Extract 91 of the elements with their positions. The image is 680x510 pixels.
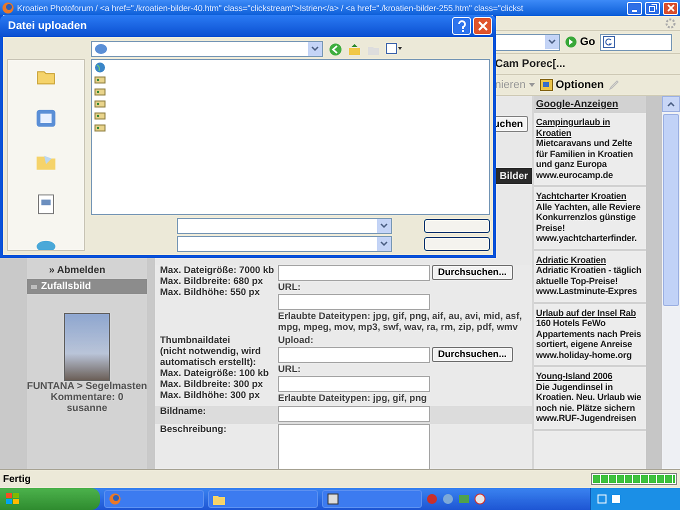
browse-button[interactable]: Durchsuchen... — [432, 265, 513, 280]
restore-button[interactable] — [645, 2, 660, 14]
search-field[interactable] — [600, 34, 672, 50]
ad-url: www.Lastminute-Expres — [536, 286, 638, 296]
globe-icon — [94, 62, 106, 73]
scroll-thumb[interactable] — [663, 114, 679, 306]
field-label: Bildname: — [160, 406, 207, 417]
drive-icon — [94, 98, 106, 109]
field-label: Thumbnaildatei — [160, 335, 232, 346]
url-label: URL: — [278, 282, 301, 293]
ad-url: www.holiday-home.org — [536, 350, 633, 360]
field-label: Beschreibung: — [160, 424, 228, 435]
field-label: Max. Dateigröße: 100 kb — [160, 368, 270, 379]
taskbar-button[interactable] — [322, 490, 422, 508]
window-title: Kroatien Photoforum / <a href="./kroatien-bilder-40.htm" class="clickstream">Istrien</a> / <a href="./kroatien-bilder-255.htm" class="clickst — [17, 3, 524, 13]
search-engine-icon — [603, 36, 616, 48]
minimize-button[interactable] — [627, 2, 642, 14]
dialog-title: Datei uploaden — [8, 20, 88, 32]
throbber-icon — [665, 18, 676, 28]
back-icon — [329, 42, 342, 56]
restore-icon — [648, 4, 656, 12]
network-icon — [35, 238, 57, 250]
help-button[interactable] — [452, 17, 471, 35]
go-button[interactable]: Go — [565, 36, 596, 48]
ad-text: Adriatic Kroatien - täglich aktuelle Top-Preise! — [536, 265, 642, 286]
ad-headline[interactable]: Young-Island 2006 — [536, 371, 644, 382]
bookmark-link[interactable]: Cam Porec[... — [495, 58, 566, 70]
drive-icon — [94, 74, 106, 85]
ad-headline[interactable]: Yachtcharter Kroatien — [536, 191, 644, 202]
close-button[interactable] — [663, 2, 678, 14]
status-text: Fertig — [3, 474, 31, 484]
field-label: Max. Bildbreite: 680 px — [160, 276, 264, 287]
drive-icon — [94, 122, 106, 133]
ad-headline[interactable]: Adriatic Kroatien — [536, 254, 644, 265]
field-label: Max. Dateigröße: 7000 kb — [160, 265, 276, 276]
section-title: Bilder — [500, 170, 528, 182]
cancel-button[interactable] — [424, 237, 490, 251]
url-input-field[interactable] — [278, 376, 430, 392]
caret-icon — [528, 83, 535, 87]
network-icon — [94, 43, 108, 55]
windows-logo-icon — [6, 493, 20, 505]
scrollbar[interactable] — [662, 96, 680, 469]
ad-headline[interactable]: Urlaub auf der Insel Rab — [536, 308, 644, 318]
up-folder-icon — [348, 42, 361, 56]
photo-caption: FUNTANA > Segelmasten — [26, 381, 148, 392]
ads-heading[interactable]: Google-Anzeigen — [534, 96, 646, 113]
field-label: Max. Bildhöhe: 300 px — [160, 390, 261, 401]
allowed-types-text: Erlaubte Dateitypen: jpg, gif, png — [278, 393, 427, 404]
field-label: Max. Bildbreite: 300 px — [160, 379, 264, 390]
view-menu-icon — [386, 43, 402, 55]
ad-url: www.RUF-Jugendreisen — [536, 413, 638, 424]
help-icon — [456, 20, 466, 32]
image-name-field[interactable] — [278, 406, 430, 422]
upload-label: Upload: — [278, 335, 314, 346]
close-icon — [478, 21, 488, 31]
ad-url: www.yachtcharterfinder. — [536, 233, 638, 244]
drive-icon — [94, 110, 106, 121]
photo-caption: Kommentare: 0 — [50, 392, 124, 403]
photo-placeholder — [64, 313, 110, 381]
url-input-field[interactable] — [278, 294, 430, 310]
ad-url: www.eurocamp.de — [536, 170, 614, 180]
drive-icon — [94, 86, 106, 97]
photo-caption: susanne — [66, 403, 108, 414]
close-button[interactable] — [473, 17, 492, 35]
options-icon — [540, 79, 553, 91]
open-button[interactable] — [424, 219, 490, 233]
desktop-icon — [35, 108, 57, 128]
document-icon — [37, 194, 55, 215]
browse-button[interactable]: Durchsuchen... — [432, 347, 513, 362]
options-button[interactable]: Optionen — [540, 79, 604, 91]
field-label: Max. Bildhöhe: 550 px — [160, 287, 261, 298]
file-input-field[interactable] — [278, 265, 430, 281]
start-button[interactable] — [0, 488, 100, 510]
file-input-field[interactable] — [278, 347, 430, 363]
app-icon — [327, 493, 339, 505]
close-icon — [666, 4, 674, 12]
folder-icon — [213, 494, 225, 504]
url-label: URL: — [278, 364, 301, 375]
box-title: Zufallsbild — [41, 281, 91, 292]
browser-logo-icon — [109, 493, 121, 505]
ad-headline[interactable]: Campingurlaub in Kroatien — [536, 117, 644, 138]
scroll-up-icon — [667, 102, 675, 106]
field-label: (nicht notwendig, wird automatisch erstellt): — [160, 346, 262, 368]
allowed-types-text: Erlaubte Dateitypen: jpg, gif, png, aif, au, avi, mid, asf, mpg, mpeg, mov, mp3, swf, wav, ra, rm, zip, pdf, wmv — [278, 311, 523, 333]
browser-logo-icon — [2, 2, 14, 14]
file-type-dropdown[interactable] — [177, 236, 392, 252]
logout-link[interactable]: » Abmelden — [49, 265, 106, 276]
file-name-dropdown[interactable] — [177, 218, 392, 234]
ad-text: Alle Yachten, alle Reviere Konkurrenzlos günstige Preise! — [536, 202, 642, 233]
look-in-dropdown[interactable] — [91, 41, 323, 57]
pencil-icon — [608, 80, 619, 90]
